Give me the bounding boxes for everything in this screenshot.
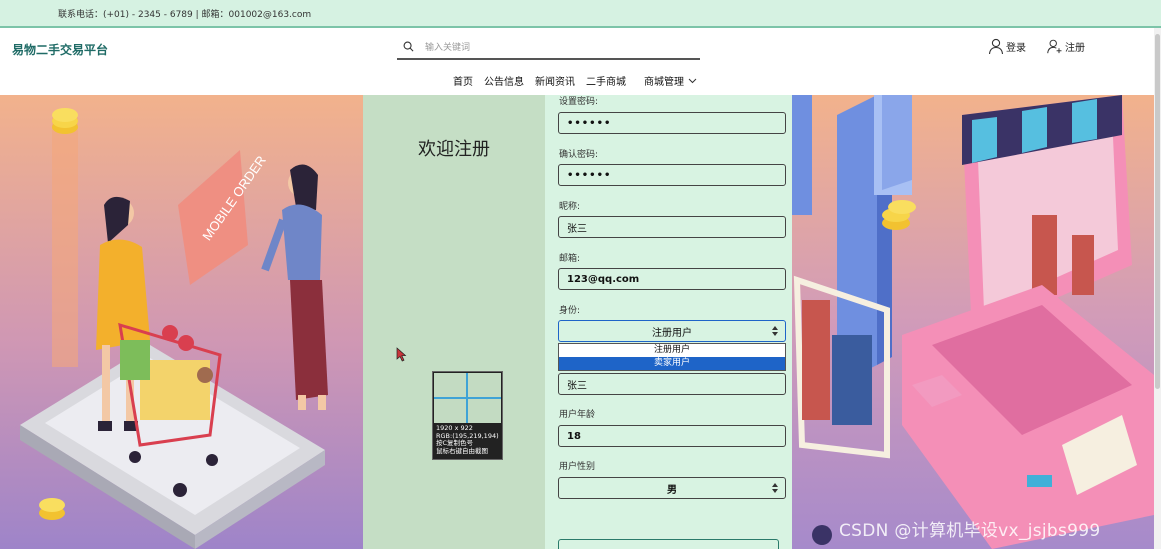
site-header: 易物二手交易平台 登录 注册 首页 公告信息 新闻资讯 二手商城 商城管理 [0,28,1161,95]
confirm-password-field[interactable] [558,164,786,186]
scrollbar-thumb[interactable] [1155,34,1160,389]
gender-label: 用户性别 [559,462,596,472]
magnifier-zoom-view [434,373,501,423]
register-label: 注册 [1065,43,1085,54]
email-field[interactable] [558,268,786,290]
user-icon [988,38,1004,55]
main-nav: 首页 公告信息 新闻资讯 二手商城 商城管理 [453,73,708,88]
submit-button[interactable] [558,539,779,549]
magnifier-capture-hint: 鼠标右键自由截图 [436,446,488,455]
nav-market[interactable]: 二手商城 [586,73,626,88]
gender-select[interactable]: 男 [558,477,786,499]
role-selected-value: 注册用户 [652,327,692,339]
screenshot-magnifier: 1920 x 922 RGB:(195,219,194) 按C复制色号 鼠标右键… [432,371,503,460]
name-input[interactable] [567,378,785,390]
role-option-registered[interactable]: 注册用户 [559,344,785,357]
age-input[interactable] [567,430,785,442]
search-input[interactable] [425,40,685,56]
login-label: 登录 [1006,43,1026,54]
search-box [397,36,700,60]
magnifier-info: 1920 x 922 RGB:(195,219,194) 按C复制色号 鼠标右键… [436,424,499,455]
age-label: 用户年龄 [559,410,596,420]
name-field[interactable] [558,373,786,395]
contact-text: 联系电话：(+01) - 2345 - 6789 | 邮箱：001002@163… [58,10,312,20]
gender-selected-value: 男 [667,484,677,496]
nav-notice[interactable]: 公告信息 [484,73,524,88]
register-button[interactable]: 注册 [1047,38,1085,55]
nickname-input[interactable] [567,221,785,233]
role-label: 身份: [559,306,581,316]
set-password-input[interactable] [567,117,785,129]
email-input[interactable] [567,273,785,285]
login-button[interactable]: 登录 [988,38,1026,55]
role-dropdown-list: 注册用户 卖家用户 [558,343,786,371]
set-password-label: 设置密码: [559,97,599,107]
welcome-title: 欢迎注册 [418,139,490,160]
search-icon[interactable] [403,41,414,52]
select-arrow-icon [772,483,778,493]
role-select[interactable]: 注册用户 [558,320,786,342]
register-form: 设置密码: 确认密码: 昵称: 邮箱: 身份: 注册用户 注册用户 卖家用户 [545,95,792,549]
register-section: MOBILE ORDER 欢迎注册 设置密码: •••••• 确认密码: •••… [0,95,1154,549]
crosshair-vertical [466,373,468,423]
nav-news[interactable]: 新闻资讯 [535,73,575,88]
welcome-panel: 欢迎注册 [363,95,545,549]
shopping-illustration: MOBILE ORDER [0,95,363,549]
add-user-icon [1047,39,1062,54]
nav-manage[interactable]: 商城管理 [644,73,697,88]
select-arrow-icon [772,326,778,336]
set-password-field[interactable] [558,112,786,134]
chevron-down-icon [688,78,697,83]
csdn-watermark: CSDN @计算机毕设vx_jsjbs999 [839,521,1101,541]
laptop-shop-illustration [792,95,1154,549]
age-field[interactable] [558,425,786,447]
mouse-cursor-icon [396,347,407,362]
page-scrollbar[interactable] [1154,28,1161,549]
confirm-password-label: 确认密码: [559,150,599,160]
nav-manage-label: 商城管理 [644,77,684,88]
email-label: 邮箱: [559,254,581,264]
role-option-seller[interactable]: 卖家用户 [559,357,785,370]
nickname-label: 昵称: [559,202,581,212]
confirm-password-input[interactable] [567,169,785,181]
nav-home[interactable]: 首页 [453,73,473,88]
contact-bar: 联系电话：(+01) - 2345 - 6789 | 邮箱：001002@163… [0,0,1161,28]
nickname-field[interactable] [558,216,786,238]
site-brand[interactable]: 易物二手交易平台 [12,41,108,58]
